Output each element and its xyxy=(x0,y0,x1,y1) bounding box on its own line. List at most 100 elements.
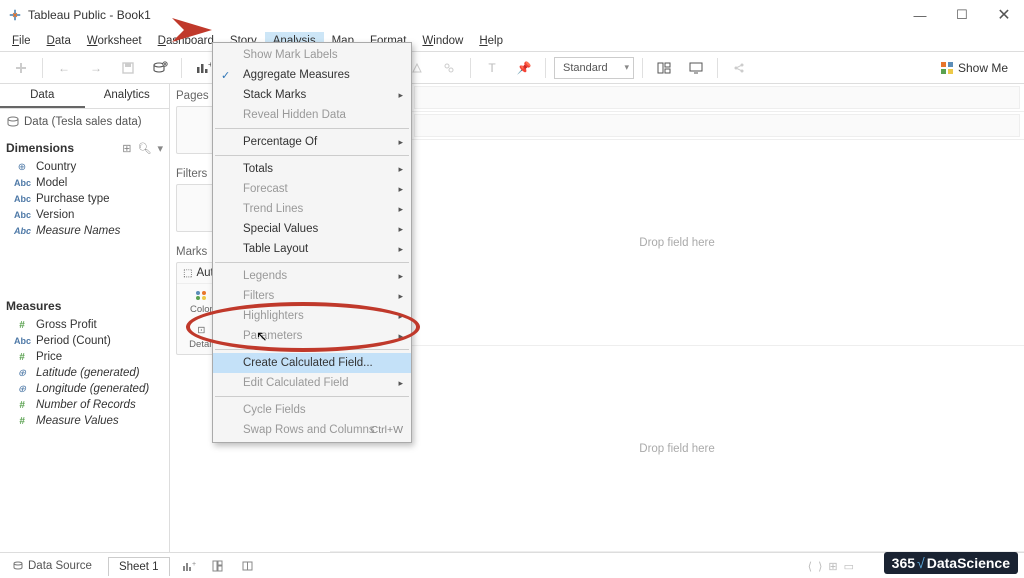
abc-icon: Abc xyxy=(14,226,30,236)
watermark: 365√DataScience xyxy=(884,552,1018,574)
fit-dropdown[interactable]: Standard xyxy=(554,57,634,79)
svg-text:+: + xyxy=(192,561,196,568)
measures-header: Measures xyxy=(6,299,163,313)
datasource-row[interactable]: Data (Tesla sales data) xyxy=(6,113,163,131)
group-button[interactable] xyxy=(436,56,462,80)
menu-item-legends: Legends xyxy=(213,266,411,286)
menu-item-table-layout[interactable]: Table Layout xyxy=(213,239,411,259)
datasource-icon xyxy=(6,116,20,128)
menu-item-percentage-of[interactable]: Percentage Of xyxy=(213,132,411,152)
menubar: FileDataWorksheetDashboardStoryAnalysisM… xyxy=(0,30,1024,52)
field-longitude-generated-[interactable]: ⊕Longitude (generated) xyxy=(6,381,163,397)
tab-data[interactable]: Data xyxy=(0,84,85,108)
menu-file[interactable]: File xyxy=(4,32,39,50)
menu-item-parameters: Parameters xyxy=(213,326,411,346)
bottombar: Data Source Sheet 1 + xyxy=(0,552,1024,578)
hash-icon: # xyxy=(14,352,30,363)
new-dashboard-button[interactable] xyxy=(208,557,230,575)
show-me-button[interactable]: Show Me xyxy=(932,59,1016,77)
field-country[interactable]: ⊕Country xyxy=(6,159,163,175)
field-model[interactable]: AbcModel xyxy=(6,175,163,191)
status-icons: ⟨⟩⊞▭ xyxy=(808,560,854,573)
menu-item-swap-rows-and-columns: Swap Rows and ColumnsCtrl+W xyxy=(213,420,411,440)
share-button[interactable] xyxy=(726,56,752,80)
main-area: Data Analytics Data (Tesla sales data) D… xyxy=(0,84,1024,552)
check-icon: ✓ xyxy=(221,69,230,82)
field-number-of-records[interactable]: #Number of Records xyxy=(6,397,163,413)
menu-item-forecast: Forecast xyxy=(213,179,411,199)
menu-item-stack-marks[interactable]: Stack Marks xyxy=(213,85,411,105)
view-canvas: ≡ Columns ≡ Rows Drop field here Drop fi… xyxy=(330,84,1024,552)
hash-icon: # xyxy=(14,400,30,411)
forward-button[interactable]: → xyxy=(83,56,109,80)
analysis-menu: Show Mark Labels✓Aggregate MeasuresStack… xyxy=(212,42,412,443)
view-icon[interactable]: ⊞ xyxy=(122,142,131,155)
back-button[interactable]: ← xyxy=(51,56,77,80)
maximize-button[interactable]: ☐ xyxy=(950,3,974,27)
tableau-icon[interactable] xyxy=(8,56,34,80)
menu-item-cycle-fields: Cycle Fields xyxy=(213,400,411,420)
globe-icon: ⊕ xyxy=(14,384,30,395)
field-measure-names[interactable]: AbcMeasure Names xyxy=(6,223,163,239)
menu-help[interactable]: Help xyxy=(471,32,511,50)
cursor-icon: ↖ xyxy=(256,328,268,345)
menu-item-totals[interactable]: Totals xyxy=(213,159,411,179)
field-version[interactable]: AbcVersion xyxy=(6,207,163,223)
abc-icon: Abc xyxy=(14,178,30,188)
menu-window[interactable]: Window xyxy=(414,32,471,50)
drop-zone-bottom[interactable]: Drop field here xyxy=(330,346,1024,552)
close-button[interactable]: ✕ xyxy=(992,3,1016,27)
menu-item-show-mark-labels: Show Mark Labels xyxy=(213,45,411,65)
titlebar: Tableau Public - Book1 — ☐ ✕ xyxy=(0,0,1024,30)
columns-shelf[interactable] xyxy=(414,86,1020,109)
menu-item-highlighters: Highlighters xyxy=(213,306,411,326)
search-icon[interactable]: 🔍︎ xyxy=(138,142,152,155)
menu-item-edit-calculated-field: Edit Calculated Field xyxy=(213,373,411,393)
hash-icon: # xyxy=(14,320,30,331)
abc-icon: Abc xyxy=(14,194,30,204)
globe-icon: ⊕ xyxy=(14,368,30,379)
hash-icon: # xyxy=(14,416,30,427)
new-story-button[interactable] xyxy=(238,557,260,575)
menu-item-reveal-hidden-data: Reveal Hidden Data xyxy=(213,105,411,125)
window-title: Tableau Public - Book1 xyxy=(28,8,908,22)
field-measure-values[interactable]: #Measure Values xyxy=(6,413,163,429)
menu-item-create-calculated-field[interactable]: Create Calculated Field... xyxy=(213,353,411,373)
sheet-tab[interactable]: Sheet 1 xyxy=(108,557,170,576)
new-datasource-button[interactable] xyxy=(147,56,173,80)
annotation-arrow-icon xyxy=(172,18,212,42)
color-icon xyxy=(193,288,209,302)
show-cards-button[interactable] xyxy=(651,56,677,80)
new-sheet-button[interactable]: + xyxy=(178,557,200,575)
datasource-tab[interactable]: Data Source xyxy=(4,557,100,575)
field-price[interactable]: #Price xyxy=(6,349,163,365)
data-pane: Data Analytics Data (Tesla sales data) D… xyxy=(0,84,170,552)
labels-button[interactable]: T xyxy=(479,56,505,80)
field-purchase-type[interactable]: AbcPurchase type xyxy=(6,191,163,207)
tableau-logo-icon xyxy=(8,8,22,22)
drop-zone-top[interactable]: Drop field here xyxy=(330,140,1024,346)
field-gross-profit[interactable]: #Gross Profit xyxy=(6,317,163,333)
svg-text:+: + xyxy=(208,61,211,69)
menu-item-special-values[interactable]: Special Values xyxy=(213,219,411,239)
abc-icon: Abc xyxy=(14,210,30,220)
field-period-count-[interactable]: AbcPeriod (Count) xyxy=(6,333,163,349)
globe-icon: ⊕ xyxy=(14,162,30,173)
presentation-button[interactable] xyxy=(683,56,709,80)
toolbar: ← → + ⇄ T 📌 Standard Show Me xyxy=(0,52,1024,84)
menu-item-filters: Filters xyxy=(213,286,411,306)
menu-item-aggregate-measures[interactable]: ✓Aggregate Measures xyxy=(213,65,411,85)
menu-data[interactable]: Data xyxy=(39,32,79,50)
save-button[interactable] xyxy=(115,56,141,80)
menu-icon[interactable]: ▾ xyxy=(157,142,163,155)
field-latitude-generated-[interactable]: ⊕Latitude (generated) xyxy=(6,365,163,381)
dimensions-header: Dimensions ⊞🔍︎▾ xyxy=(6,141,163,155)
minimize-button[interactable]: — xyxy=(908,3,932,27)
menu-worksheet[interactable]: Worksheet xyxy=(79,32,150,50)
pin-button[interactable]: 📌 xyxy=(511,56,537,80)
detail-icon: ⊡ xyxy=(193,323,209,337)
rows-shelf[interactable] xyxy=(414,114,1020,137)
abc-icon: Abc xyxy=(14,336,30,346)
tab-analytics[interactable]: Analytics xyxy=(85,84,170,108)
menu-item-trend-lines: Trend Lines xyxy=(213,199,411,219)
